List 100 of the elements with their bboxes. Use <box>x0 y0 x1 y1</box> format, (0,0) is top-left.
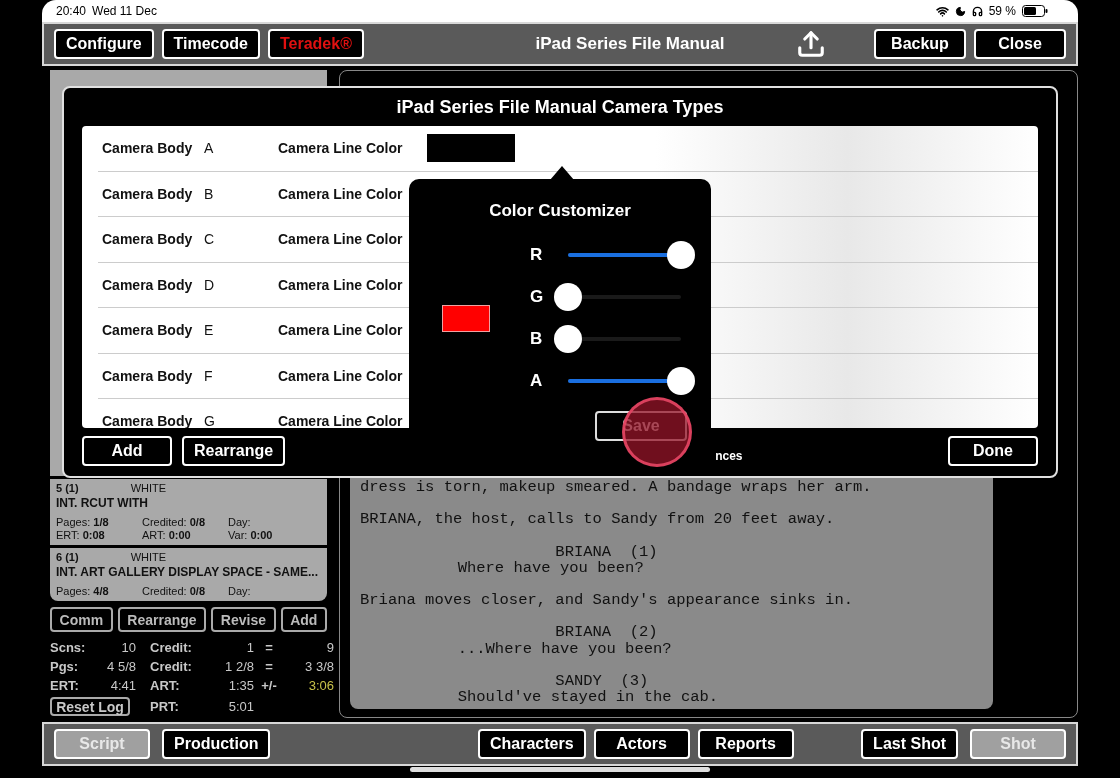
script-line: BRIANA (2) <box>554 624 659 641</box>
camera-body-label: Camera Body <box>101 367 194 384</box>
reset-log-button[interactable]: Reset Log <box>50 697 130 716</box>
share-icon[interactable] <box>796 29 826 59</box>
scene-field: Credited: 0/8 <box>142 585 228 597</box>
stat-result: 3:06 <box>307 678 334 693</box>
stat-value: 10 <box>120 640 136 655</box>
scene-button[interactable]: Revise <box>211 607 276 632</box>
stat-label: Credit: <box>149 659 193 674</box>
script-line: ...Where have you been? <box>456 640 673 658</box>
moon-icon <box>954 5 966 17</box>
camera-letter: B <box>204 185 215 202</box>
camera-body-label: Camera Body <box>101 140 194 157</box>
camera-letter: G <box>204 413 216 428</box>
script-line: Briana moves closer, and Sandy's appearance sinks in. <box>360 592 854 609</box>
stat-label: Pgs: <box>50 659 80 674</box>
scene-field: ART: 0:00 <box>142 529 228 541</box>
script-line: Where have you been? <box>456 559 644 577</box>
line-color-label: Camera Line Color <box>278 140 404 157</box>
nav-button[interactable]: Reports <box>697 729 794 759</box>
channel-label: R <box>530 245 544 265</box>
script-line: dress is torn, makeup smeared. A bandage wraps her arm. <box>360 479 873 496</box>
done-button[interactable]: Done <box>948 436 1038 466</box>
toolbar-button[interactable]: Configure <box>54 29 154 59</box>
stat-label: Credit: <box>149 640 193 655</box>
nav-button[interactable]: Actors <box>593 729 690 759</box>
headphones-icon <box>971 5 983 17</box>
slider-thumb[interactable] <box>667 241 695 269</box>
stat-label: ART: <box>149 678 181 693</box>
stat-label: Scns: <box>50 640 87 655</box>
stat-operator: = <box>264 640 274 655</box>
stat-label: PRT: <box>149 699 180 714</box>
battery-icon <box>1022 5 1048 17</box>
scene-field: Pages: 4/8 <box>56 585 142 597</box>
line-color-label: Camera Line Color <box>278 322 404 339</box>
battery-percent: 59 % <box>988 4 1016 18</box>
dialog-label: nces <box>715 449 743 463</box>
stat-label: ERT: <box>50 678 80 693</box>
channel-label: G <box>530 287 545 307</box>
scene-color-label: WHITE <box>130 482 167 494</box>
toolbar-button[interactable]: Close <box>974 29 1066 59</box>
camera-body-label: Camera Body <box>101 276 194 293</box>
toolbar-button[interactable]: Backup <box>874 29 966 59</box>
camera-letter: A <box>204 140 215 157</box>
dialog-button[interactable]: Add <box>82 436 172 466</box>
stat-result: 3 3/8 <box>304 659 334 674</box>
stat-operator: +/- <box>260 678 278 693</box>
stat-value: 4 5/8 <box>106 659 136 674</box>
scene-number: 6 (1) <box>56 551 79 563</box>
slider-thumb[interactable] <box>667 367 695 395</box>
script-line: Should've stayed in the cab. <box>456 689 720 706</box>
line-color-label: Camera Line Color <box>278 231 404 248</box>
script-line: BRIANA (1) <box>554 543 659 560</box>
wifi-icon <box>935 4 949 18</box>
status-time: 20:40 <box>56 4 87 18</box>
dialog-title: iPad Series File Manual Camera Types <box>395 96 725 119</box>
color-preview <box>442 304 490 332</box>
script-line: SANDY (3) <box>555 673 649 690</box>
stat-operator: = <box>264 659 274 674</box>
stat-value: 4:41 <box>109 678 136 693</box>
scene-field: Pages: 1/8 <box>56 516 142 528</box>
scene-number: 5 (1) <box>56 482 79 494</box>
scene-button[interactable]: Add <box>280 607 327 632</box>
shot-button[interactable]: Last Shot <box>861 729 958 759</box>
stat-value: 1 <box>245 640 254 655</box>
scene-button[interactable]: Comm <box>50 607 113 632</box>
line-color-label: Camera Line Color <box>278 185 404 202</box>
line-color-label: Camera Line Color <box>278 367 404 384</box>
scene-field: Day: <box>228 585 298 597</box>
scene-field: Day: <box>228 516 298 528</box>
camera-letter: C <box>204 231 216 248</box>
toolbar-button[interactable]: Teradek® <box>267 29 364 59</box>
scene-heading: INT. RCUT WITH <box>56 496 149 510</box>
camera-letter: D <box>204 276 216 293</box>
status-date: Wed 11 Dec <box>92 4 157 18</box>
scene-field: ERT: 0:08 <box>56 529 142 541</box>
stat-value: 1:35 <box>227 678 254 693</box>
color-swatch[interactable] <box>427 134 515 163</box>
stat-result: 9 <box>325 640 334 655</box>
scene-color-label: WHITE <box>130 551 167 563</box>
popover-title: Color Customizer <box>489 200 631 221</box>
scene-field: Credited: 0/8 <box>142 516 228 528</box>
toolbar-button[interactable]: Timecode <box>161 29 260 59</box>
camera-body-label: Camera Body <box>101 322 194 339</box>
camera-letter: E <box>204 322 215 339</box>
slider-thumb[interactable] <box>554 283 582 311</box>
slider-thumb[interactable] <box>554 325 582 353</box>
nav-button[interactable]: Characters <box>477 729 586 759</box>
channel-label: A <box>530 371 544 391</box>
line-color-label: Camera Line Color <box>278 276 404 293</box>
stat-value: 1 2/8 <box>224 659 254 674</box>
camera-letter: F <box>204 367 214 384</box>
scene-card[interactable]: 6 (1) WHITE INT. ART GALLERY DISPLAY SPACE - SAME... Pages: 4/8 Credited: 0/8 Day: <box>50 545 327 601</box>
scene-field: Var: 0:00 <box>228 529 298 541</box>
stat-value: 5:01 <box>227 699 254 714</box>
script-line: BRIANA, the host, calls to Sandy from 20 feet away. <box>360 511 836 528</box>
scene-button[interactable]: Rearrange <box>117 607 207 632</box>
app-title: iPad Series File Manual <box>534 34 726 54</box>
dialog-button[interactable]: Rearrange <box>182 436 286 466</box>
tab-button[interactable]: Production <box>162 729 271 759</box>
